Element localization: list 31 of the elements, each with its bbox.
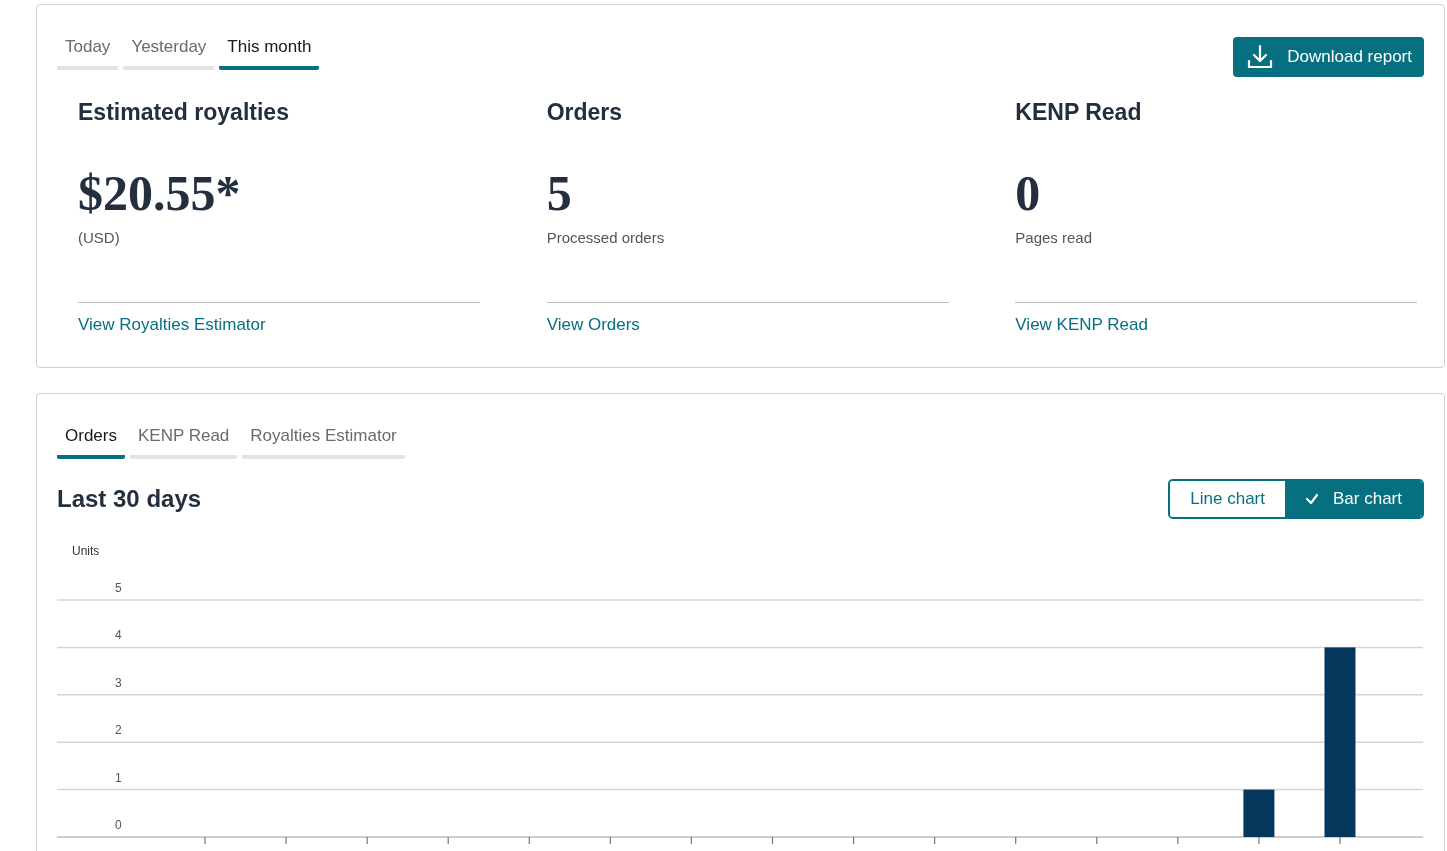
chart-tab[interactable]: Royalties Estimator	[242, 422, 405, 459]
metric-link[interactable]: View Royalties Estimator	[78, 315, 266, 334]
metric-caption: (USD)	[78, 229, 121, 246]
period-tab[interactable]: Yesterday	[123, 33, 215, 70]
metric-link[interactable]: View Orders	[546, 315, 640, 334]
metric-caption: Processed orders	[546, 229, 666, 246]
y-tick-label: 1	[115, 770, 122, 785]
y-tick-label: 5	[115, 581, 122, 595]
metric-value: 0	[1015, 166, 1042, 221]
metric-title: Orders	[546, 99, 624, 126]
check-icon	[1305, 493, 1319, 505]
download-icon	[1247, 44, 1274, 70]
metric-title: Estimated royalties	[78, 99, 290, 126]
chart-tab[interactable]: Orders	[57, 422, 125, 459]
chart-title: Last 30 days	[57, 485, 202, 513]
chart-tab[interactable]: KENP Read	[129, 422, 238, 459]
metric-link[interactable]: View KENP Read	[1015, 315, 1148, 334]
y-axis-label: Units	[72, 544, 100, 558]
y-tick-label: 2	[115, 723, 122, 738]
bar	[1243, 789, 1275, 837]
y-tick-label: 0	[115, 818, 122, 832]
period-tab[interactable]: Today	[57, 33, 119, 70]
download-report-button[interactable]: Download report	[1233, 37, 1424, 77]
metric-value: 5	[546, 166, 573, 221]
metric-value: $20.55*	[78, 166, 242, 221]
y-tick-label: 4	[115, 628, 122, 643]
metric-title: KENP Read	[1015, 99, 1143, 126]
chart-type-toggle[interactable]: Bar chart	[1285, 481, 1422, 517]
metric-caption: Pages read	[1015, 229, 1094, 246]
period-tab[interactable]: This month	[219, 33, 320, 70]
y-tick-label: 3	[115, 675, 122, 690]
